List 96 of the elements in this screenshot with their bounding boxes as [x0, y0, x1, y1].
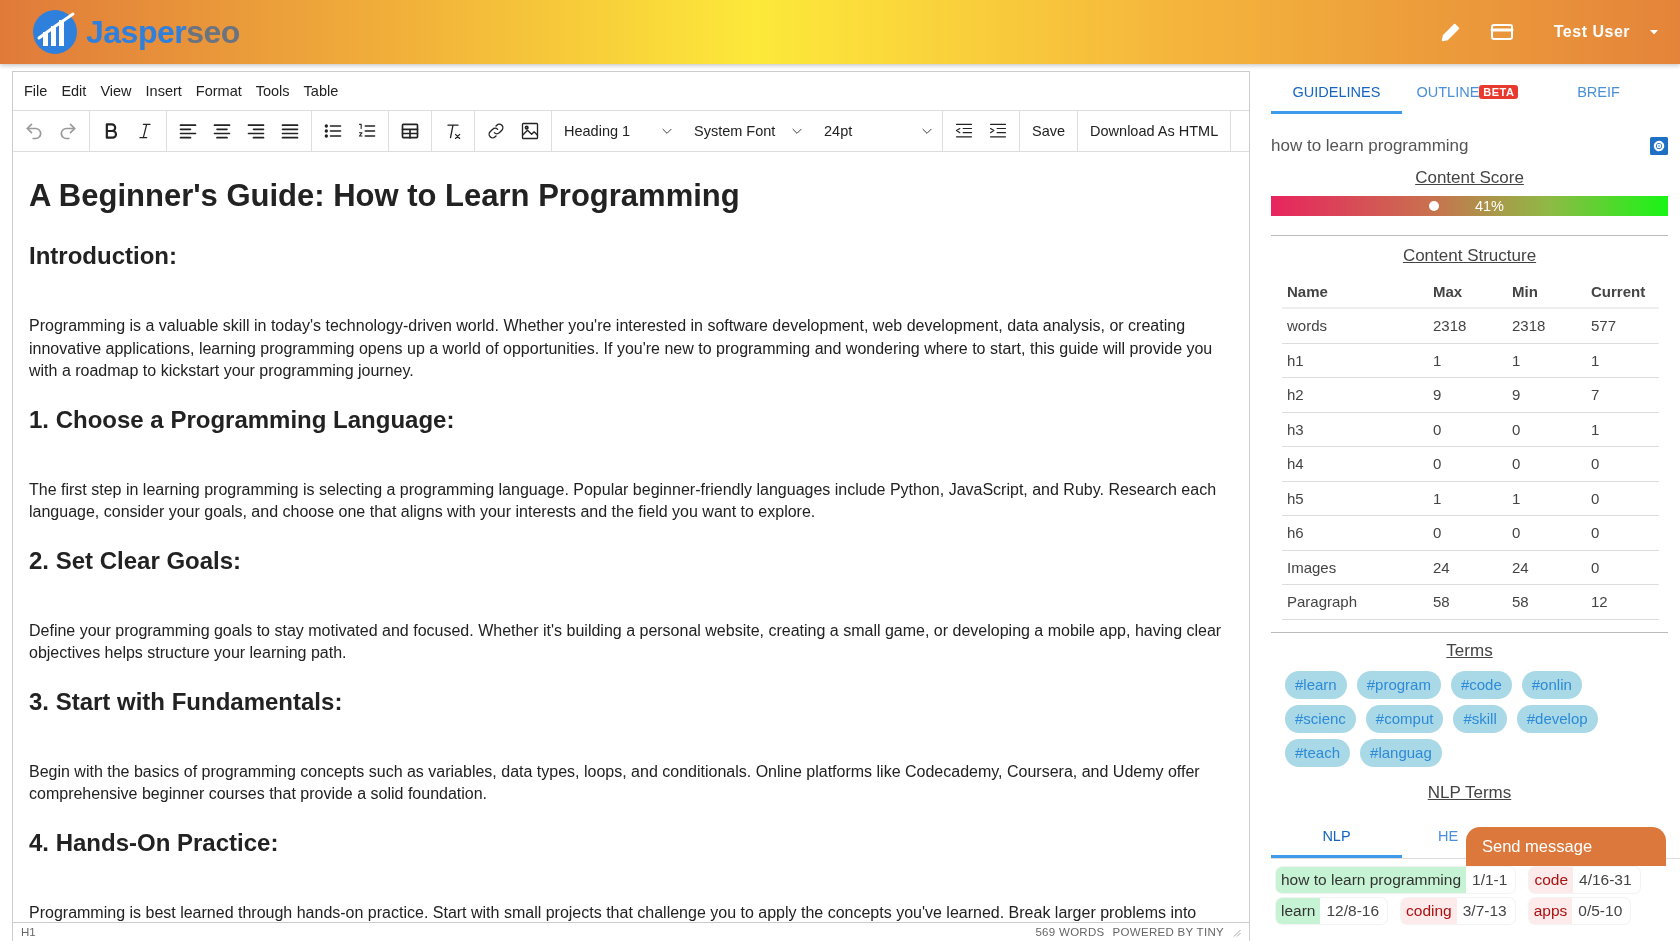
align-left-icon[interactable] — [178, 121, 198, 141]
logo-icon — [30, 8, 80, 56]
panel-tab[interactable]: OUTLINE BETA — [1402, 71, 1533, 114]
dropdown[interactable]: 24pt — [812, 111, 942, 151]
table-cell: 1 — [1586, 412, 1659, 447]
table-cell: 1 — [1428, 481, 1507, 516]
table-cell: Images — [1282, 550, 1428, 585]
nlp-tab[interactable]: HE — [1438, 814, 1459, 858]
word-count: 569 WORDS — [1035, 926, 1105, 938]
table-cell: 9 — [1507, 377, 1586, 412]
nlp-term: coding 3/7-13 — [1401, 897, 1515, 924]
dropdown[interactable]: System Font — [682, 111, 812, 151]
table-cell: 0 — [1586, 550, 1659, 585]
send-message-button[interactable]: Send message — [1466, 827, 1666, 866]
logo-text: Jasperseo — [86, 13, 240, 51]
bullet-list-icon[interactable] — [323, 121, 343, 141]
toolbar-button[interactable]: Save — [1020, 111, 1079, 151]
powered-by-link[interactable]: POWERED BY TINY — [1112, 926, 1224, 938]
settings-icon[interactable] — [1650, 137, 1668, 155]
document-title: A Beginner's Guide: How to Learn Programming — [29, 177, 741, 215]
section-heading: 4. Hands-On Practice: — [29, 827, 280, 858]
justify-icon[interactable] — [280, 121, 300, 141]
table-icon[interactable] — [400, 121, 420, 141]
toolbar-button[interactable]: Download As HTML — [1078, 111, 1232, 151]
beta-badge: BETA — [1479, 85, 1519, 99]
paragraph: Programming is best learned through hands-on practice. Start with small projects that challenge you to apply the concepts you've learned. Break larger problems into — [29, 902, 1198, 922]
table-cell: 0 — [1507, 446, 1586, 481]
nlp-term: code 4/16-31 — [1529, 866, 1640, 893]
menu-item[interactable]: Tools — [248, 83, 297, 99]
score-value: 41% — [1475, 198, 1504, 214]
nlp-tab[interactable]: NLP — [1271, 814, 1402, 858]
table-cell: 0 — [1586, 515, 1659, 550]
table-cell: 0 — [1586, 481, 1659, 516]
panel-tab[interactable]: GUIDELINES — [1271, 71, 1402, 114]
table-cell: 58 — [1428, 584, 1507, 619]
align-right-icon[interactable] — [246, 121, 266, 141]
dropdown[interactable]: Heading 1 — [552, 111, 682, 151]
link-icon[interactable] — [486, 121, 506, 141]
table-cell: h6 — [1282, 515, 1428, 550]
table-cell: 577 — [1586, 308, 1659, 343]
paragraph: Programming is a valuable skill in today's technology-driven world. Whether you're interested in software development, web development, data analysis, or creating innovative applications, learning programming opens up a world of opportunities. If you're new to programming and wondering where to start, this guide will provide you with a roadmap to kickstart your programming journey. — [29, 316, 1214, 381]
resize-handle-icon[interactable] — [1232, 927, 1241, 937]
table-cell: 24 — [1507, 550, 1586, 585]
table-cell: 0 — [1428, 446, 1507, 481]
panel-tab[interactable]: BREIF — [1533, 71, 1664, 114]
table-cell: 0 — [1586, 446, 1659, 481]
column-header: Max — [1428, 276, 1507, 308]
paragraph: The first step in learning programming is selecting a programming language. Popular beginner-friendly languages include Python, JavaScript, and Ruby. Research each language, consider your goals, and choose one that aligns with your interests and the field you want to explore. — [29, 479, 1218, 522]
section-heading: 3. Start with Fundamentals: — [29, 686, 344, 717]
table-cell: h1 — [1282, 343, 1428, 378]
table-cell: h5 — [1282, 481, 1428, 516]
section-heading: 2. Set Clear Goals: — [29, 545, 243, 576]
keyword-text: how to learn programming — [1271, 136, 1469, 156]
menu-item[interactable]: View — [93, 83, 139, 99]
table-cell: words — [1282, 308, 1428, 343]
nlp-term: how to learn programming 1/1-1 — [1276, 866, 1516, 893]
align-center-icon[interactable] — [212, 121, 232, 141]
table-cell: 1 — [1428, 343, 1507, 378]
section-title: Terms — [1445, 640, 1494, 661]
image-icon[interactable] — [520, 121, 540, 141]
table-cell: 9 — [1428, 377, 1507, 412]
table-cell: 0 — [1507, 412, 1586, 447]
element-path: H1 — [21, 926, 36, 938]
table-cell: 12 — [1586, 584, 1659, 619]
table-cell: 2318 — [1507, 308, 1586, 343]
menu-item[interactable]: Edit — [54, 83, 94, 99]
table-cell: 24 — [1428, 550, 1507, 585]
menu-item[interactable]: Table — [296, 83, 346, 99]
section-title: NLP Terms — [1426, 782, 1513, 803]
nlp-term: learn 12/8-16 — [1276, 897, 1388, 924]
column-header: Current — [1586, 276, 1659, 308]
column-header: Name — [1282, 276, 1428, 308]
column-header: Min — [1507, 276, 1586, 308]
nlp-term: apps 0/5-10 — [1528, 897, 1631, 924]
table-cell: h3 — [1282, 412, 1428, 447]
table-cell: 1 — [1507, 343, 1586, 378]
section-title: Content Structure — [1401, 246, 1538, 266]
section-heading: 1. Choose a Programming Language: — [29, 404, 456, 435]
paragraph: Begin with the basics of programming concepts such as variables, data types, loops, and conditionals. Online platforms like Codecademy, Coursera, and Udemy offer comprehensive beginner courses that provide a solid foundation. — [29, 761, 1201, 804]
table-cell: 1 — [1507, 481, 1586, 516]
table-cell: h4 — [1282, 446, 1428, 481]
menu-item[interactable]: File — [17, 83, 55, 99]
menu-item[interactable]: Insert — [138, 83, 189, 99]
table-cell: 2318 — [1428, 308, 1507, 343]
table-cell: h2 — [1282, 377, 1428, 412]
table-cell: 1 — [1586, 343, 1659, 378]
table-cell: 58 — [1507, 584, 1586, 619]
table-cell: 7 — [1586, 377, 1659, 412]
table-cell: 0 — [1428, 515, 1507, 550]
section-title: Content Score — [1414, 168, 1525, 188]
table-cell: 0 — [1507, 515, 1586, 550]
section-heading: Introduction: — [29, 241, 178, 271]
menu-item[interactable]: Format — [188, 83, 249, 99]
table-cell: Paragraph — [1282, 584, 1428, 619]
paragraph: Define your programming goals to stay motivated and focused. Whether it's building a personal website, creating a small game, or developing a mobile app, having clear objectives helps structure your learning path. — [29, 620, 1223, 663]
table-cell: 0 — [1428, 412, 1507, 447]
